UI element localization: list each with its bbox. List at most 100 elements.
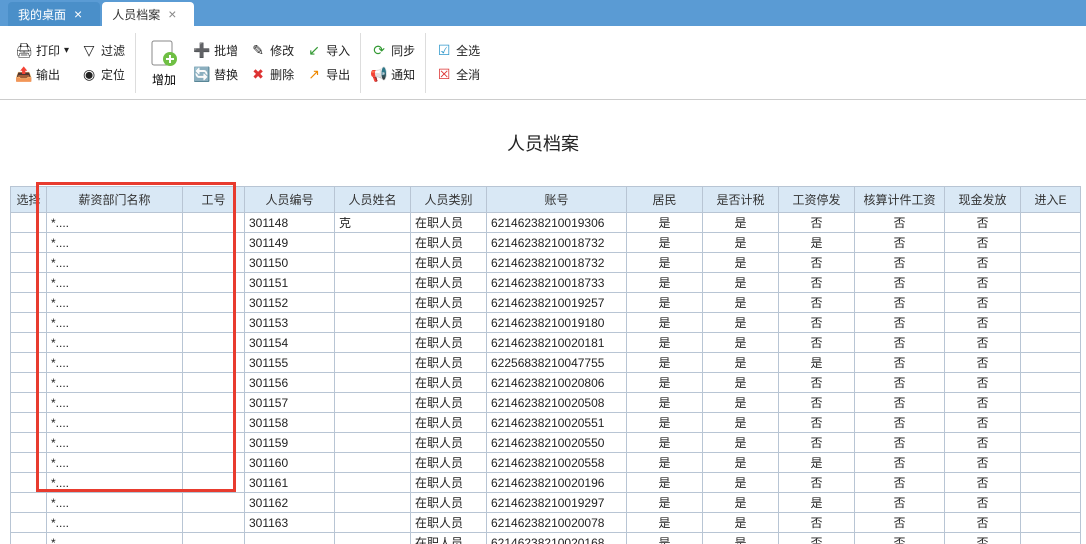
table-row[interactable]: *....301149 在职人员62146238210018732是是是否否 bbox=[11, 233, 1081, 253]
clear-all-button[interactable]: ☒全消 bbox=[436, 65, 480, 85]
table-row[interactable]: *....301161 在职人员62146238210020196是是否否否 bbox=[11, 473, 1081, 493]
export-icon: ↗ bbox=[306, 67, 322, 83]
col-stop[interactable]: 工资停发 bbox=[779, 187, 855, 213]
cell-acct: 62146238210018733 bbox=[487, 273, 627, 293]
cell-dept: *.... bbox=[47, 313, 183, 333]
col-piece[interactable]: 核算计件工资 bbox=[855, 187, 945, 213]
cell-select[interactable] bbox=[11, 293, 47, 313]
cell-select[interactable] bbox=[11, 453, 47, 473]
cell-enter bbox=[1021, 453, 1081, 473]
import-button[interactable]: ↙导入 bbox=[306, 41, 350, 61]
select-all-button[interactable]: ☑全选 bbox=[436, 41, 480, 61]
tab-home[interactable]: 我的桌面 × bbox=[8, 2, 100, 26]
content-area: 人员档案 选择 薪资部门名称 工号 人员编号 人员姓名 人员类别 账号 居民 bbox=[0, 100, 1086, 544]
col-name[interactable]: 人员姓名 bbox=[335, 187, 411, 213]
add-button[interactable]: 增加 bbox=[140, 37, 188, 88]
locate-button[interactable]: ◉定位 bbox=[81, 65, 125, 85]
cell-select[interactable] bbox=[11, 473, 47, 493]
cell-select[interactable] bbox=[11, 253, 47, 273]
cell-stop: 否 bbox=[779, 473, 855, 493]
cell-acct: 62146238210020550 bbox=[487, 433, 627, 453]
cell-select[interactable] bbox=[11, 313, 47, 333]
cell-resident: 是 bbox=[627, 513, 703, 533]
cell-select[interactable] bbox=[11, 413, 47, 433]
cell-select[interactable] bbox=[11, 393, 47, 413]
cell-piece: 否 bbox=[855, 433, 945, 453]
cell-piece: 否 bbox=[855, 293, 945, 313]
table-row[interactable]: *....301160 在职人员62146238210020558是是是否否 bbox=[11, 453, 1081, 473]
cell-acct: 62146238210020806 bbox=[487, 373, 627, 393]
cell-jobno bbox=[183, 373, 245, 393]
cell-jobno bbox=[183, 273, 245, 293]
cell-select[interactable] bbox=[11, 513, 47, 533]
table-row[interactable]: *....301152 在职人员62146238210019257是是否否否 bbox=[11, 293, 1081, 313]
col-resident[interactable]: 居民 bbox=[627, 187, 703, 213]
table-row[interactable]: *....301159 在职人员62146238210020550是是否否否 bbox=[11, 433, 1081, 453]
cell-name bbox=[335, 513, 411, 533]
cell-tax: 是 bbox=[703, 313, 779, 333]
tab-personnel[interactable]: 人员档案 × bbox=[102, 2, 194, 26]
col-enter[interactable]: 进入E bbox=[1021, 187, 1081, 213]
col-type[interactable]: 人员类别 bbox=[411, 187, 487, 213]
col-select[interactable]: 选择 bbox=[11, 187, 47, 213]
filter-button[interactable]: ▽过滤 bbox=[81, 41, 125, 61]
cell-stop: 否 bbox=[779, 313, 855, 333]
cell-dept: *.... bbox=[47, 233, 183, 253]
cell-stop: 是 bbox=[779, 233, 855, 253]
cell-select[interactable] bbox=[11, 333, 47, 353]
separator bbox=[360, 33, 361, 93]
cell-select[interactable] bbox=[11, 213, 47, 233]
tab-label: 人员档案 bbox=[112, 6, 160, 23]
output-button[interactable]: 📤输出 bbox=[16, 65, 69, 85]
notify-button[interactable]: 📢通知 bbox=[371, 65, 415, 85]
cell-select[interactable] bbox=[11, 273, 47, 293]
batch-add-button[interactable]: ➕批增 bbox=[194, 41, 238, 61]
cell-select[interactable] bbox=[11, 233, 47, 253]
table-row[interactable]: *....301154 在职人员62146238210020181是是否否否 bbox=[11, 333, 1081, 353]
cell-cash: 否 bbox=[945, 473, 1021, 493]
cell-piece: 否 bbox=[855, 213, 945, 233]
cell-select[interactable] bbox=[11, 433, 47, 453]
table-row[interactable]: *....301150 在职人员62146238210018732是是否否否 bbox=[11, 253, 1081, 273]
cell-type: 在职人员 bbox=[411, 413, 487, 433]
cell-name bbox=[335, 293, 411, 313]
export-button[interactable]: ↗导出 bbox=[306, 65, 350, 85]
col-jobno[interactable]: 工号 bbox=[183, 187, 245, 213]
cell-tax: 是 bbox=[703, 253, 779, 273]
cell-type: 在职人员 bbox=[411, 373, 487, 393]
cell-dept: *.... bbox=[47, 533, 183, 544]
cell-enter bbox=[1021, 293, 1081, 313]
table-row[interactable]: *....301158 在职人员62146238210020551是是否否否 bbox=[11, 413, 1081, 433]
table-row[interactable]: *....301151 在职人员62146238210018733是是否否否 bbox=[11, 273, 1081, 293]
replace-button[interactable]: 🔄替换 bbox=[194, 65, 238, 85]
cell-piece: 否 bbox=[855, 253, 945, 273]
cell-stop: 否 bbox=[779, 273, 855, 293]
cell-select[interactable] bbox=[11, 373, 47, 393]
table-row[interactable]: *....301156 在职人员62146238210020806是是否否否 bbox=[11, 373, 1081, 393]
delete-button[interactable]: ✖删除 bbox=[250, 65, 294, 85]
table-row[interactable]: *....301157 在职人员62146238210020508是是否否否 bbox=[11, 393, 1081, 413]
cell-select[interactable] bbox=[11, 533, 47, 544]
cell-jobno bbox=[183, 473, 245, 493]
table-row[interactable]: *....301148克在职人员62146238210019306是是否否否 bbox=[11, 213, 1081, 233]
sync-button[interactable]: ⟳同步 bbox=[371, 41, 415, 61]
table-row[interactable]: *....301155 在职人员62256838210047755是是是否否 bbox=[11, 353, 1081, 373]
close-icon[interactable]: × bbox=[74, 6, 82, 22]
col-acct[interactable]: 账号 bbox=[487, 187, 627, 213]
table-row[interactable]: *.... 在职人员62146238210020168是是否否否 bbox=[11, 533, 1081, 544]
col-cash[interactable]: 现金发放 bbox=[945, 187, 1021, 213]
table-row[interactable]: *....301162 在职人员62146238210019297是是是否否 bbox=[11, 493, 1081, 513]
modify-button[interactable]: ✎修改 bbox=[250, 41, 294, 61]
cell-select[interactable] bbox=[11, 353, 47, 373]
cell-resident: 是 bbox=[627, 393, 703, 413]
table-row[interactable]: *....301163 在职人员62146238210020078是是否否否 bbox=[11, 513, 1081, 533]
col-empno[interactable]: 人员编号 bbox=[245, 187, 335, 213]
col-tax[interactable]: 是否计税 bbox=[703, 187, 779, 213]
cell-jobno bbox=[183, 293, 245, 313]
col-dept[interactable]: 薪资部门名称 bbox=[47, 187, 183, 213]
cell-select[interactable] bbox=[11, 493, 47, 513]
target-icon: ◉ bbox=[81, 67, 97, 83]
table-row[interactable]: *....301153 在职人员62146238210019180是是否否否 bbox=[11, 313, 1081, 333]
print-button[interactable]: 🖨打印▾ bbox=[16, 41, 69, 61]
close-icon[interactable]: × bbox=[168, 6, 176, 22]
